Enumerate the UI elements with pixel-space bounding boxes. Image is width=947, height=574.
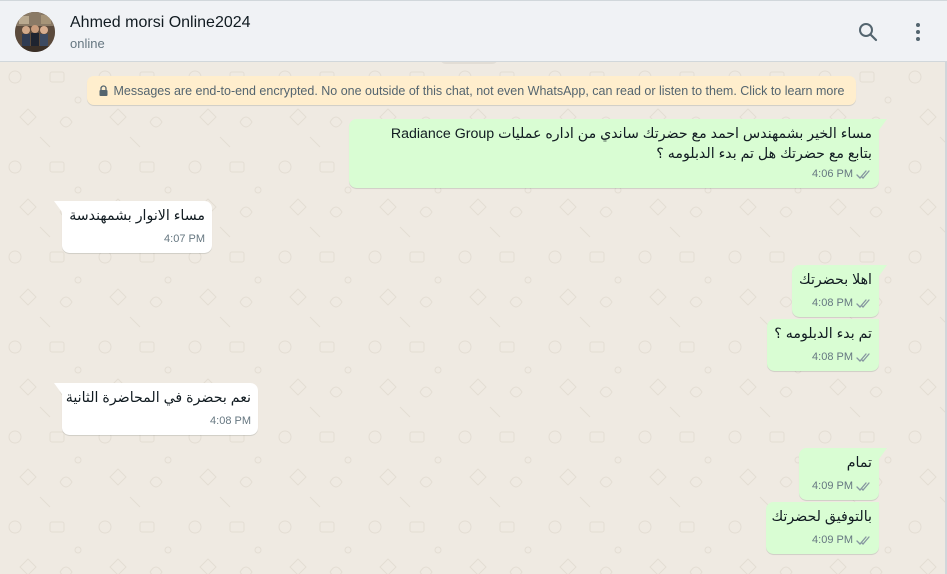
bubble-tail bbox=[879, 448, 887, 459]
message-time: 4:07 PM bbox=[164, 233, 205, 245]
message-text: تم بدء الدبلومه ؟ bbox=[774, 326, 872, 342]
message-bubble-outgoing[interactable]: مساء الخير بشمهندس احمد مع حضرتك ساندي م… bbox=[349, 119, 887, 188]
search-icon[interactable] bbox=[855, 19, 881, 45]
message-time: 4:06 PM bbox=[812, 168, 853, 180]
message-text: اهلا بحضرتك bbox=[799, 272, 872, 288]
scroll-indicator bbox=[440, 62, 498, 64]
message-text: مساء الخير بشمهندس احمد مع حضرتك ساندي م… bbox=[390, 126, 872, 142]
contact-avatar[interactable] bbox=[15, 12, 55, 52]
lock-icon bbox=[99, 85, 108, 96]
message-meta: 4:09 PM bbox=[812, 477, 872, 496]
message-bubble-outgoing[interactable]: تم بدء الدبلومه ؟ 4:08 PM bbox=[767, 319, 879, 371]
message-text: مساء الانوار بشمهندسة bbox=[69, 208, 205, 224]
message-bubble-outgoing[interactable]: بالتوفيق لحضرتك 4:09 PM bbox=[766, 502, 879, 554]
contact-status: online bbox=[70, 36, 105, 51]
message-bubble-incoming[interactable]: نعم بحضرة في المحاضرة الثانية 4:08 PM bbox=[54, 383, 258, 435]
message-time: 4:08 PM bbox=[210, 415, 251, 427]
message-meta: 4:09 PM bbox=[812, 531, 872, 550]
encryption-notice[interactable]: Messages are end-to-end encrypted. No on… bbox=[87, 76, 856, 105]
contact-info[interactable]: Ahmed morsi Online2024 online bbox=[70, 13, 251, 53]
message-meta: 4:08 PM bbox=[812, 294, 872, 313]
message-bubble-incoming[interactable]: مساء الانوار بشمهندسة 4:07 PM bbox=[54, 201, 212, 253]
read-ticks-icon bbox=[856, 536, 870, 545]
encryption-text: Messages are end-to-end encrypted. No on… bbox=[113, 83, 845, 98]
message-meta: 4:07 PM bbox=[164, 230, 205, 249]
read-ticks-icon bbox=[856, 482, 870, 491]
message-text: نعم بحضرة في المحاضرة الثانية bbox=[65, 390, 251, 406]
message-meta: 4:08 PM bbox=[812, 348, 872, 367]
message-text: بتابع مع حضرتك هل تم بدء الدبلومه ؟ bbox=[656, 146, 872, 162]
message-time: 4:09 PM bbox=[812, 534, 853, 546]
chat-panel[interactable]: Messages are end-to-end encrypted. No on… bbox=[0, 62, 947, 574]
read-ticks-icon bbox=[856, 353, 870, 362]
message-text: بالتوفيق لحضرتك bbox=[771, 509, 872, 525]
contact-name: Ahmed morsi Online2024 bbox=[70, 14, 251, 31]
message-time: 4:09 PM bbox=[812, 480, 853, 492]
message-time: 4:08 PM bbox=[812, 351, 853, 363]
message-text: تمام bbox=[846, 455, 872, 471]
chat-header: Ahmed morsi Online2024 online bbox=[0, 0, 947, 62]
message-bubble-outgoing[interactable]: اهلا بحضرتك 4:08 PM bbox=[792, 265, 887, 317]
bubble-tail bbox=[879, 119, 887, 130]
message-bubble-outgoing[interactable]: تمام 4:09 PM bbox=[799, 448, 887, 500]
bubble-tail bbox=[54, 383, 62, 394]
read-ticks-icon bbox=[856, 299, 870, 308]
bubble-tail bbox=[879, 265, 887, 276]
message-meta: 4:08 PM bbox=[210, 412, 251, 431]
message-time: 4:08 PM bbox=[812, 297, 853, 309]
menu-icon[interactable] bbox=[905, 19, 931, 45]
message-meta: 4:06 PM bbox=[812, 165, 872, 184]
read-ticks-icon bbox=[856, 170, 870, 179]
bubble-tail bbox=[54, 201, 62, 212]
